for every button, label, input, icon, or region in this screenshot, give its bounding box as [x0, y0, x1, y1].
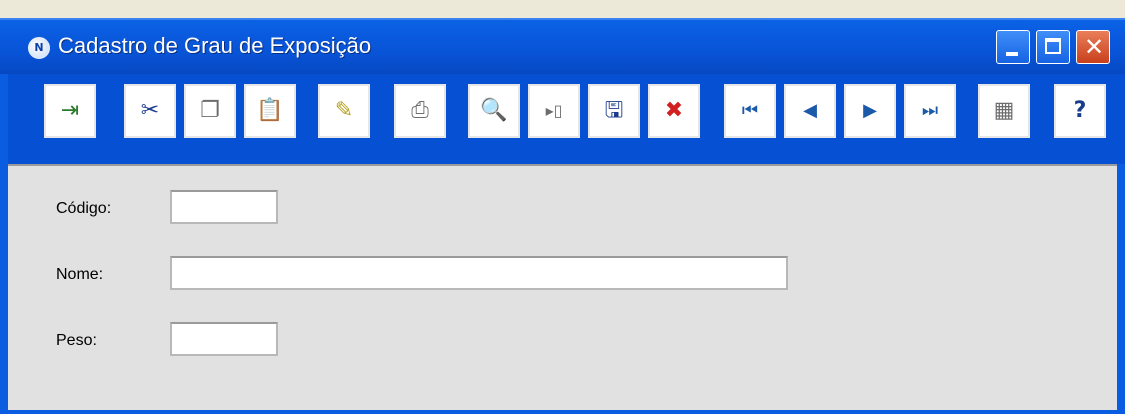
app-icon[interactable]: N [28, 37, 50, 59]
save-button[interactable]: 🖫 [588, 84, 640, 138]
cut-button[interactable]: ✂ [124, 84, 176, 138]
insert-button[interactable]: ▸▯ [528, 84, 580, 138]
codigo-field[interactable] [170, 190, 278, 224]
last-record-icon: ⏭ [921, 100, 939, 121]
new-button[interactable]: ✎ [318, 84, 370, 138]
previous-icon: ◀ [803, 100, 817, 121]
window-title: Cadastro de Grau de Exposição [58, 33, 372, 58]
print-button[interactable]: ⎙ [394, 84, 446, 138]
copy-button[interactable]: ❐ [184, 84, 236, 138]
last-record-button[interactable]: ⏭ [904, 84, 956, 138]
next-icon: ▶ [863, 100, 877, 121]
copy-icon: ❐ [200, 98, 220, 123]
scissors-icon: ✂ [140, 98, 160, 123]
grid-icon: ▦ [993, 98, 1015, 123]
first-record-button[interactable]: ⏮ [724, 84, 776, 138]
paste-icon: 📋 [256, 98, 284, 123]
delete-button[interactable]: ✖ [648, 84, 700, 138]
nome-field[interactable] [170, 256, 788, 290]
close-button[interactable]: ✕ [1076, 30, 1110, 64]
new-document-icon: ✎ [334, 98, 354, 123]
form-panel: Código: Nome: Peso: [8, 164, 1117, 410]
search-button[interactable]: 🔍 [468, 84, 520, 138]
first-record-icon: ⏮ [741, 100, 759, 121]
search-icon: 🔍 [480, 98, 508, 123]
close-icon: ✕ [1083, 33, 1105, 61]
insert-record-icon: ▸▯ [545, 101, 563, 120]
minimize-button[interactable] [996, 30, 1030, 64]
title-bar[interactable]: N Cadastro de Grau de Exposição ✕ [0, 18, 1125, 76]
peso-field[interactable] [170, 322, 278, 356]
grid-view-button[interactable]: ▦ [978, 84, 1030, 138]
application-window: N Cadastro de Grau de Exposição ✕ ⇥ ✂ ❐ … [0, 0, 1125, 414]
help-icon: ? [1073, 98, 1087, 123]
paste-button[interactable]: 📋 [244, 84, 296, 138]
save-disk-icon: 🖫 [604, 98, 624, 123]
toolbar: ⇥ ✂ ❐ 📋 ✎ ⎙ 🔍 ▸▯ 🖫 ✖ ⏮ ◀ ▶ ⏭ ▦ ? [0, 74, 1125, 164]
maximize-button[interactable] [1036, 30, 1070, 64]
help-button[interactable]: ? [1054, 84, 1106, 138]
exit-button[interactable]: ⇥ [44, 84, 96, 138]
next-record-button[interactable]: ▶ [844, 84, 896, 138]
form-area: Código: Nome: Peso: [0, 164, 1125, 414]
nome-label: Nome: [56, 266, 104, 283]
toolbar-panel: ⇥ ✂ ❐ 📋 ✎ ⎙ 🔍 ▸▯ 🖫 ✖ ⏮ ◀ ▶ ⏭ ▦ ? [8, 74, 1125, 164]
codigo-label: Código: [56, 200, 112, 217]
delete-record-icon: ✖ [664, 98, 684, 123]
peso-label: Peso: [56, 332, 97, 349]
previous-record-button[interactable]: ◀ [784, 84, 836, 138]
exit-door-icon: ⇥ [60, 98, 80, 123]
printer-icon: ⎙ [411, 98, 429, 123]
